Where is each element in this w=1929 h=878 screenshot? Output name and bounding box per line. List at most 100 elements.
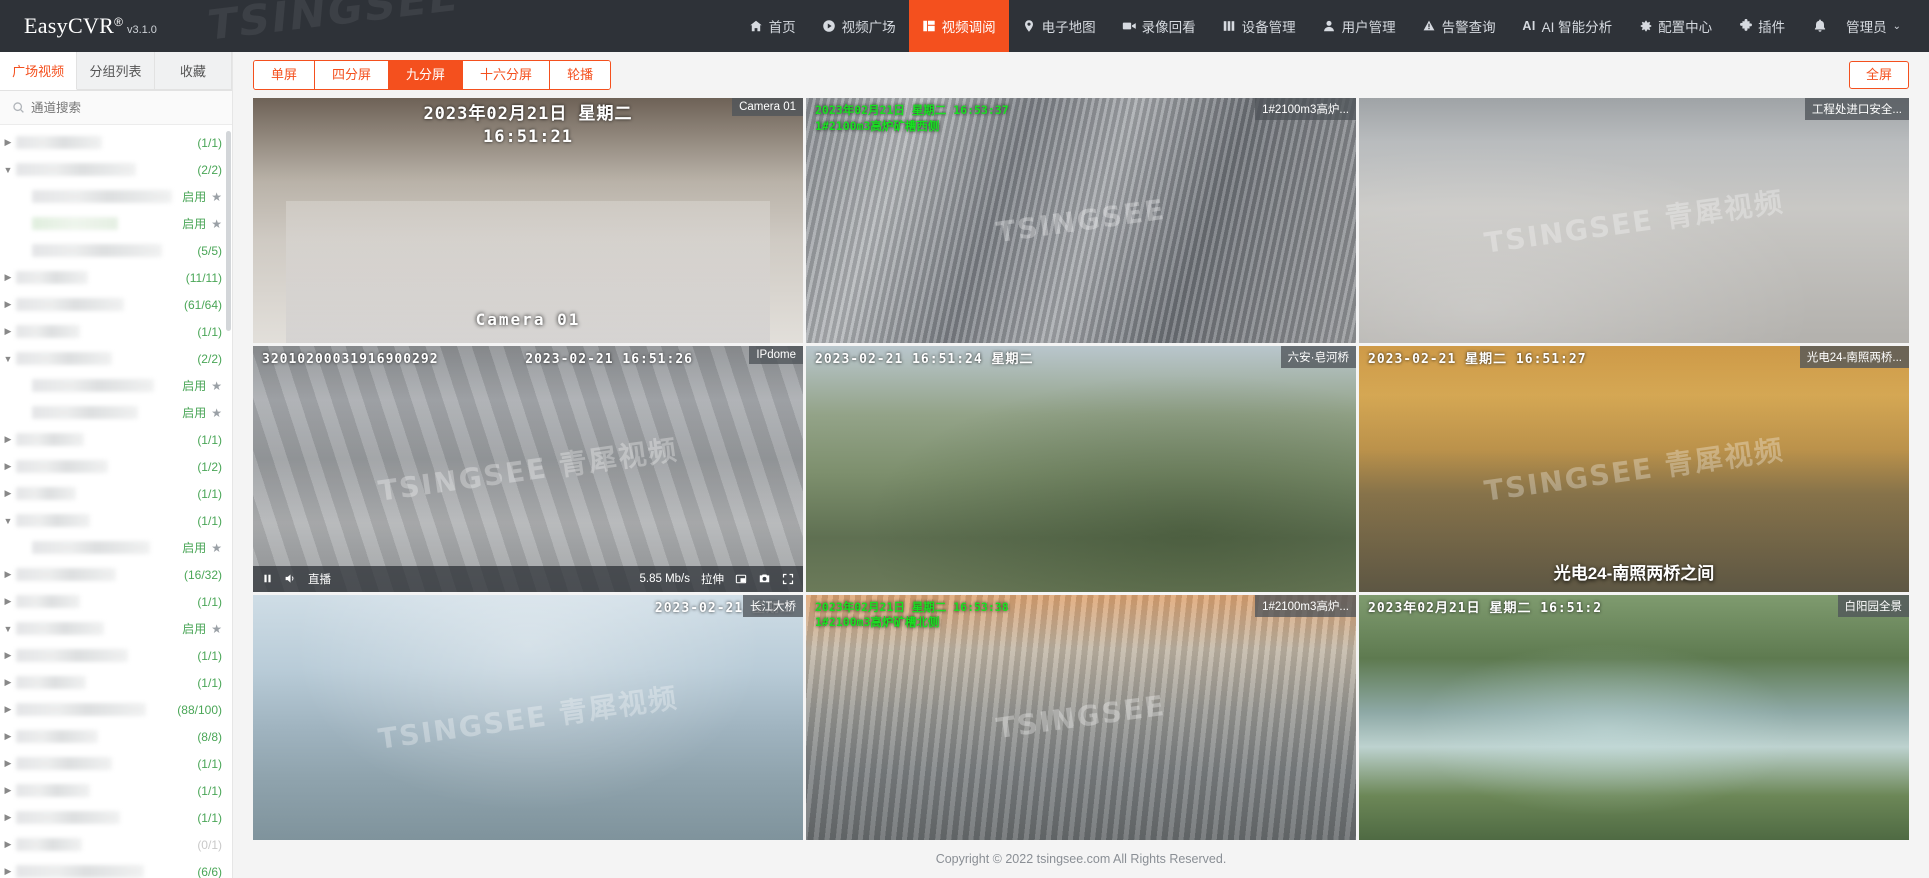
video-tile-7[interactable]: TSINGSEE 青犀视频2023-02-21 星期二长江大桥 xyxy=(253,595,803,840)
tree-node[interactable]: ▶(88/100) xyxy=(0,696,232,723)
nav-item-9[interactable]: AIAI 智能分析 xyxy=(1509,0,1626,52)
tree-node[interactable]: ▶(1/1) xyxy=(0,642,232,669)
expand-icon[interactable] xyxy=(782,573,794,585)
favorite-star-icon[interactable]: ★ xyxy=(211,217,222,231)
tree-node[interactable]: ▶(1/1) xyxy=(0,129,232,156)
tree-node[interactable]: ▶(1/1) xyxy=(0,804,232,831)
tree-node[interactable]: ▶(1/2) xyxy=(0,453,232,480)
chevron-right-icon[interactable]: ▶ xyxy=(0,650,16,661)
video-tile-1[interactable]: 2023年02月21日 星期二 16:51:21Camera 01Camera … xyxy=(253,98,803,343)
sidebar-tab-3[interactable]: 收藏 xyxy=(155,52,232,90)
live-label[interactable]: 直播 xyxy=(308,571,331,587)
chevron-right-icon[interactable]: ▶ xyxy=(0,434,16,445)
tree-node[interactable]: ▶(5/5) xyxy=(0,237,232,264)
nav-item-11[interactable]: 插件 xyxy=(1725,0,1798,52)
tree-node[interactable]: ▶(11/11) xyxy=(0,264,232,291)
nav-item-8[interactable]: 告警查询 xyxy=(1409,0,1509,52)
chevron-right-icon[interactable]: ▶ xyxy=(0,731,16,742)
tree-node[interactable]: ▶(1/1) xyxy=(0,480,232,507)
app-logo[interactable]: EasyCVR ® v3.1.0 xyxy=(0,13,300,39)
tree-node[interactable]: ▶(1/1) xyxy=(0,318,232,345)
tree-node[interactable]: ▶启用★ xyxy=(0,183,232,210)
channel-tree[interactable]: ▶(1/1)▼(2/2)▶启用★▶启用★▶(5/5)▶(11/11)▶(61/6… xyxy=(0,125,232,878)
chevron-right-icon[interactable]: ▶ xyxy=(0,137,16,148)
tree-node[interactable]: ▶(1/1) xyxy=(0,426,232,453)
nav-item-6[interactable]: 设备管理 xyxy=(1209,0,1309,52)
chevron-right-icon[interactable]: ▶ xyxy=(0,812,16,823)
chevron-right-icon[interactable]: ▶ xyxy=(0,299,16,310)
chevron-right-icon[interactable]: ▶ xyxy=(0,488,16,499)
nav-item-5[interactable]: 录像回看 xyxy=(1109,0,1209,52)
tree-node[interactable]: ▶(16/32) xyxy=(0,561,232,588)
nav-item-3[interactable]: 视频调阅 xyxy=(909,0,1009,52)
chevron-right-icon[interactable]: ▶ xyxy=(0,677,16,688)
tree-node[interactable]: ▼(1/1) xyxy=(0,507,232,534)
nav-item-10[interactable]: 配置中心 xyxy=(1625,0,1725,52)
chevron-right-icon[interactable]: ▶ xyxy=(0,839,16,850)
video-tile-3[interactable]: TSINGSEE 青犀视频工程处进口安全... xyxy=(1359,98,1909,343)
nav-item-4[interactable]: 电子地图 xyxy=(1009,0,1109,52)
camera-icon[interactable] xyxy=(758,572,771,585)
chevron-right-icon[interactable]: ▶ xyxy=(0,461,16,472)
chevron-right-icon[interactable]: ▶ xyxy=(0,326,16,337)
tree-node[interactable]: ▶(8/8) xyxy=(0,723,232,750)
tree-node[interactable]: ▶启用★ xyxy=(0,399,232,426)
sidebar-search[interactable] xyxy=(0,91,232,125)
video-tile-2[interactable]: TSINGSEE2023年02月21日 星期二 16:53:37 1#2100m… xyxy=(806,98,1356,343)
chevron-right-icon[interactable]: ▶ xyxy=(0,704,16,715)
tree-node[interactable]: ▶(61/64) xyxy=(0,291,232,318)
tree-node[interactable]: ▶启用★ xyxy=(0,372,232,399)
chevron-down-icon[interactable]: ▼ xyxy=(0,354,16,364)
layout-button-1[interactable]: 单屏 xyxy=(254,61,315,89)
video-tile-6[interactable]: TSINGSEE 青犀视频2023-02-21 星期二 16:51:27光电24… xyxy=(1359,346,1909,591)
tree-node[interactable]: ▶(1/1) xyxy=(0,777,232,804)
tree-node-meta: (0/1) xyxy=(197,838,222,852)
picture-in-picture-icon[interactable] xyxy=(735,573,747,585)
tree-node[interactable]: ▼启用★ xyxy=(0,615,232,642)
stretch-button[interactable]: 拉伸 xyxy=(701,571,724,587)
tree-node-label-redacted xyxy=(16,784,90,797)
layout-button-2[interactable]: 四分屏 xyxy=(315,61,389,89)
chevron-right-icon[interactable]: ▶ xyxy=(0,785,16,796)
chevron-down-icon[interactable]: ▼ xyxy=(0,624,16,634)
tree-node[interactable]: ▶(1/1) xyxy=(0,750,232,777)
tree-node[interactable]: ▶ (0/1) xyxy=(0,831,232,858)
tree-node[interactable]: ▶启用★ xyxy=(0,210,232,237)
tree-node[interactable]: ▼(2/2) xyxy=(0,156,232,183)
volume-icon[interactable] xyxy=(284,572,297,585)
video-tile-4[interactable]: TSINGSEE 青犀视频320102000319169002922023-02… xyxy=(253,346,803,591)
tree-node[interactable]: ▶(1/1) xyxy=(0,669,232,696)
tree-node[interactable]: ▶启用★ xyxy=(0,534,232,561)
sidebar-tab-2[interactable]: 分组列表 xyxy=(77,52,154,90)
tree-node[interactable]: ▶(1/1) xyxy=(0,588,232,615)
tree-node[interactable]: ▼(2/2) xyxy=(0,345,232,372)
chevron-right-icon[interactable]: ▶ xyxy=(0,866,16,877)
chevron-down-icon[interactable]: ▼ xyxy=(0,165,16,175)
favorite-star-icon[interactable]: ★ xyxy=(211,541,222,555)
tree-node[interactable]: ▶(6/6) xyxy=(0,858,232,878)
chevron-down-icon[interactable]: ▼ xyxy=(0,516,16,526)
layout-button-4[interactable]: 十六分屏 xyxy=(463,61,550,89)
chevron-right-icon[interactable]: ▶ xyxy=(0,272,16,283)
favorite-star-icon[interactable]: ★ xyxy=(211,406,222,420)
chevron-right-icon[interactable]: ▶ xyxy=(0,569,16,580)
fullscreen-button[interactable]: 全屏 xyxy=(1849,61,1909,89)
chevron-right-icon[interactable]: ▶ xyxy=(0,758,16,769)
user-menu[interactable]: 管理员 ⌄ xyxy=(1846,16,1909,36)
favorite-star-icon[interactable]: ★ xyxy=(211,622,222,636)
bell-icon[interactable] xyxy=(1798,18,1842,34)
layout-button-3[interactable]: 九分屏 xyxy=(389,61,463,89)
nav-item-1[interactable]: 首页 xyxy=(736,0,809,52)
video-tile-5[interactable]: 2023-02-21 16:51:24 星期二六安·皂河桥 xyxy=(806,346,1356,591)
video-tile-8[interactable]: TSINGSEE2023年02月21日 星期二 16:53:38 1#2100m… xyxy=(806,595,1356,840)
favorite-star-icon[interactable]: ★ xyxy=(211,190,222,204)
video-tile-9[interactable]: 2023年02月21日 星期二 16:51:2白阳园全景 xyxy=(1359,595,1909,840)
layout-button-5[interactable]: 轮播 xyxy=(550,61,610,89)
chevron-right-icon[interactable]: ▶ xyxy=(0,596,16,607)
nav-item-2[interactable]: 视频广场 xyxy=(809,0,909,52)
search-input[interactable] xyxy=(31,101,220,115)
favorite-star-icon[interactable]: ★ xyxy=(211,379,222,393)
sidebar-tab-1[interactable]: 广场视频 xyxy=(0,52,77,90)
nav-item-7[interactable]: 用户管理 xyxy=(1309,0,1409,52)
pause-icon[interactable] xyxy=(262,573,273,584)
